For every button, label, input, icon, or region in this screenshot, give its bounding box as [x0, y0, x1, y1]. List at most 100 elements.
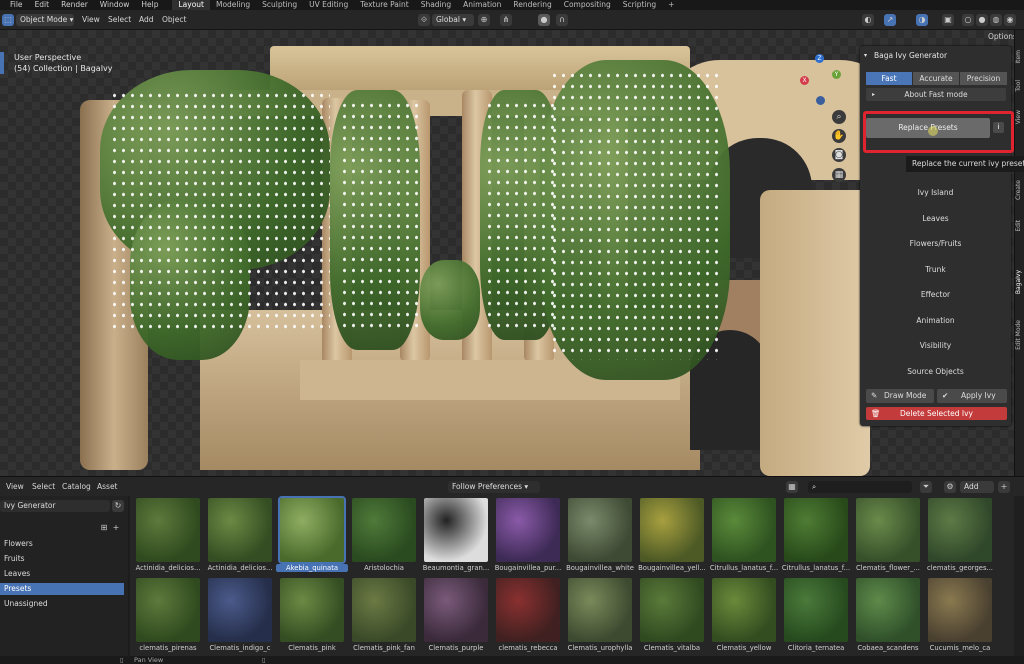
menu-edit[interactable]: Edit: [29, 0, 56, 10]
asset-search-input[interactable]: ⌕: [808, 481, 912, 493]
catalog-leaves[interactable]: Leaves: [0, 568, 124, 580]
collapse-arrow-icon[interactable]: ▾: [864, 46, 867, 66]
section-animation[interactable]: Animation: [860, 316, 1011, 325]
mode-precision-button[interactable]: Precision: [960, 72, 1007, 85]
asset-thumbnail[interactable]: [278, 496, 346, 564]
menu-object[interactable]: Object: [162, 14, 186, 26]
asset-thumbnail[interactable]: [856, 498, 920, 562]
zoom-icon[interactable]: ⌕: [832, 110, 846, 124]
delete-selected-ivy-button[interactable]: 🗑 Delete Selected Ivy: [866, 407, 1007, 420]
catalog-flowers[interactable]: Flowers: [0, 538, 124, 550]
asset-thumbnail[interactable]: [496, 578, 560, 642]
ab-menu-asset[interactable]: Asset: [97, 481, 118, 493]
gizmo-y[interactable]: Y: [832, 70, 841, 79]
gizmo-x[interactable]: X: [800, 76, 809, 85]
wireframe-shading-icon[interactable]: ○: [962, 14, 974, 26]
asset-thumbnail[interactable]: [640, 498, 704, 562]
sidebar-tab-edit-mode[interactable]: Edit Mode: [1015, 320, 1024, 350]
menu-render[interactable]: Render: [55, 0, 94, 10]
draw-mode-button[interactable]: ✎ Draw Mode: [866, 389, 934, 403]
gizmo-toggle-icon[interactable]: ↗: [884, 14, 896, 26]
tab-sculpting[interactable]: Sculpting: [256, 0, 303, 10]
asset-thumbnail[interactable]: [424, 498, 488, 562]
asset-thumbnail[interactable]: [136, 498, 200, 562]
sidebar-tab-tool[interactable]: Tool: [1015, 80, 1024, 92]
solid-shading-icon[interactable]: ●: [976, 14, 988, 26]
snap-icon[interactable]: ⋔: [500, 14, 512, 26]
ab-menu-select[interactable]: Select: [32, 481, 55, 493]
options-dropdown[interactable]: Options: [988, 32, 1017, 41]
menu-window[interactable]: Window: [94, 0, 136, 10]
section-ivy-island[interactable]: Ivy Island: [860, 188, 1011, 197]
asset-thumbnail[interactable]: [640, 578, 704, 642]
asset-thumbnail[interactable]: [352, 498, 416, 562]
display-mode-icon[interactable]: ▦: [786, 481, 798, 493]
panel-header[interactable]: ▾ Baga Ivy Generator: [860, 46, 1011, 66]
asset-thumbnail[interactable]: [280, 578, 344, 642]
section-trunk[interactable]: Trunk: [860, 265, 1011, 274]
asset-thumbnail[interactable]: [784, 498, 848, 562]
import-method-dropdown[interactable]: Follow Preferences ▾: [448, 481, 540, 493]
add-catalog-icon[interactable]: +: [110, 522, 122, 534]
catalog-fruits[interactable]: Fruits: [0, 553, 124, 565]
transform-orientation-icon[interactable]: ⟐: [418, 14, 430, 26]
sidebar-tab-view[interactable]: View: [1015, 110, 1024, 124]
apply-ivy-button[interactable]: ✔ Apply Ivy: [937, 389, 1007, 403]
asset-thumbnail[interactable]: [928, 578, 992, 642]
asset-thumbnail[interactable]: [136, 578, 200, 642]
asset-thumbnail[interactable]: [208, 578, 272, 642]
asset-scrollbar[interactable]: [1014, 496, 1024, 656]
section-effector[interactable]: Effector: [860, 290, 1011, 299]
asset-thumbnail[interactable]: [496, 498, 560, 562]
overlay-toggle-icon[interactable]: ◑: [916, 14, 928, 26]
asset-thumbnail[interactable]: [424, 578, 488, 642]
tab-animation[interactable]: Animation: [457, 0, 507, 10]
section-source-objects[interactable]: Source Objects: [860, 367, 1011, 376]
asset-thumbnail[interactable]: [568, 498, 632, 562]
pivot-icon[interactable]: ⊕: [478, 14, 490, 26]
proportional-edit-icon[interactable]: ●: [538, 14, 550, 26]
select-box-icon[interactable]: ⬚: [2, 14, 14, 26]
ab-menu-view[interactable]: View: [6, 481, 24, 493]
tab-compositing[interactable]: Compositing: [558, 0, 617, 10]
transform-orientation-dropdown[interactable]: Global ▾: [432, 14, 474, 26]
tab-modeling[interactable]: Modeling: [210, 0, 256, 10]
asset-thumbnail[interactable]: [856, 578, 920, 642]
pan-hand-icon[interactable]: ✋: [832, 129, 846, 143]
tab-rendering[interactable]: Rendering: [507, 0, 557, 10]
menu-add[interactable]: Add: [139, 14, 154, 26]
asset-library-dropdown[interactable]: Ivy Generator: [0, 500, 110, 512]
sidebar-tab-bagaivy[interactable]: BagaIvy: [1015, 270, 1024, 294]
camera-icon[interactable]: ◙: [832, 148, 846, 162]
about-fast-mode-toggle[interactable]: ▸ About Fast mode: [866, 88, 1006, 101]
add-workspace-button[interactable]: +: [662, 0, 680, 10]
asset-thumbnail[interactable]: [568, 578, 632, 642]
asset-thumbnail[interactable]: [208, 498, 272, 562]
new-catalog-icon[interactable]: ⊞: [98, 522, 110, 534]
tab-texture-paint[interactable]: Texture Paint: [354, 0, 414, 10]
asset-thumbnail[interactable]: [928, 498, 992, 562]
tab-shading[interactable]: Shading: [415, 0, 457, 10]
tab-layout[interactable]: Layout: [172, 0, 210, 10]
gizmo-z[interactable]: Z: [815, 54, 824, 63]
add-button[interactable]: Add: [960, 481, 994, 493]
falloff-icon[interactable]: ∩: [556, 14, 568, 26]
info-icon[interactable]: i: [993, 122, 1004, 133]
mode-accurate-button[interactable]: Accurate: [913, 72, 959, 85]
menu-help[interactable]: Help: [135, 0, 164, 10]
rendered-shading-icon[interactable]: ◉: [1004, 14, 1016, 26]
asset-thumbnail[interactable]: [712, 578, 776, 642]
ab-menu-catalog[interactable]: Catalog: [62, 481, 91, 493]
sidebar-tab-create[interactable]: Create: [1015, 180, 1024, 200]
section-flowers-fruits[interactable]: Flowers/Fruits: [860, 239, 1011, 248]
material-shading-icon[interactable]: ◍: [990, 14, 1002, 26]
tab-scripting[interactable]: Scripting: [617, 0, 662, 10]
sidebar-tab-item[interactable]: Item: [1015, 50, 1024, 64]
settings-gear-icon[interactable]: ⚙: [944, 481, 956, 493]
section-visibility[interactable]: Visibility: [860, 341, 1011, 350]
mode-dropdown[interactable]: Object Mode ▾: [16, 14, 74, 26]
gizmo-neg-z[interactable]: [816, 96, 825, 105]
grid-perspective-icon[interactable]: ▦: [832, 168, 846, 182]
menu-select[interactable]: Select: [108, 14, 131, 26]
tab-uv-editing[interactable]: UV Editing: [303, 0, 354, 10]
